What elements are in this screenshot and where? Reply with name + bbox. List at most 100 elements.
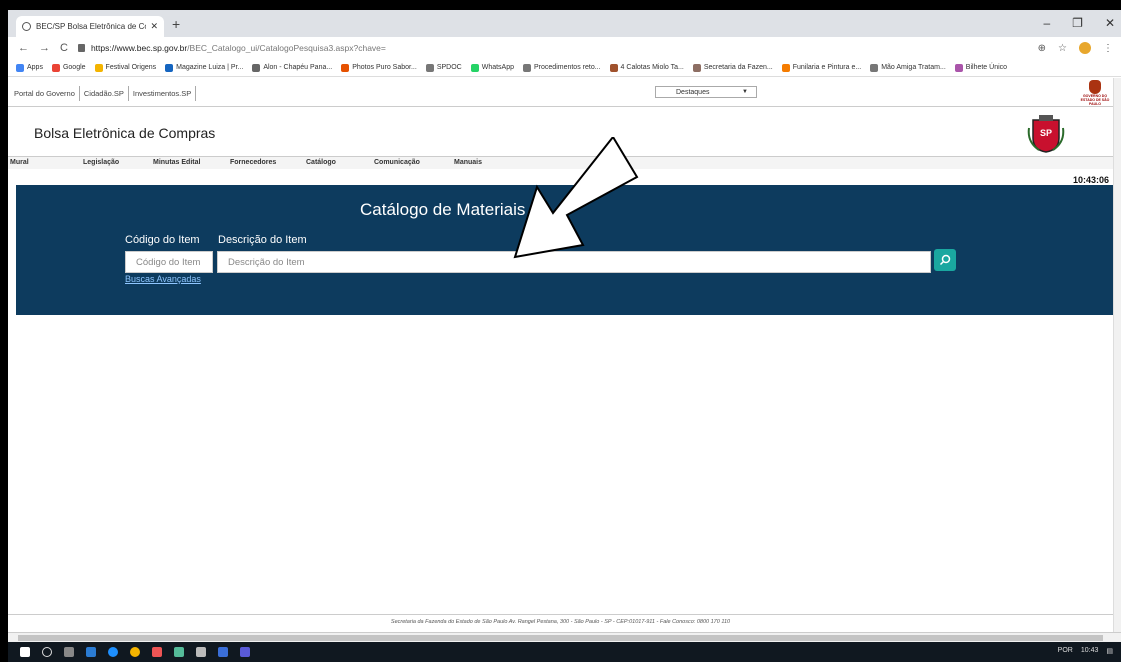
browser-tab[interactable]: BEC/SP Bolsa Eletrônica de Comp ✕ bbox=[16, 16, 164, 37]
gov-logo[interactable]: GOVERNO DO ESTADO DE SÃO PAULO bbox=[1079, 80, 1111, 106]
bookmark-icon bbox=[870, 63, 879, 72]
teams-icon[interactable] bbox=[240, 647, 250, 657]
tray-time[interactable]: 10:43 bbox=[1081, 647, 1099, 655]
bookmark-item[interactable]: Mão Amiga Tratam... bbox=[870, 63, 946, 72]
bookmark-item[interactable]: Photos Puro Sabor... bbox=[341, 63, 417, 72]
bookmark-label: Bilhete Único bbox=[965, 64, 1008, 71]
bookmark-label: Magazine Luiza | Pr... bbox=[176, 64, 244, 71]
bookmark-item[interactable]: Alon - Chapéu Pana... bbox=[252, 63, 333, 72]
bookmark-icon bbox=[341, 63, 350, 72]
kebab-menu-icon[interactable]: ⋮ bbox=[1103, 43, 1113, 54]
outlook-icon[interactable] bbox=[86, 647, 96, 657]
gov-link-portal[interactable]: Portal do Governo bbox=[10, 86, 80, 101]
gov-logo-text: GOVERNO DO ESTADO DE SÃO PAULO bbox=[1080, 94, 1110, 106]
app-icon[interactable] bbox=[152, 647, 162, 657]
bookmark-label: SPDOC bbox=[436, 64, 462, 71]
bookmark-icon bbox=[954, 63, 963, 72]
edge-icon[interactable] bbox=[108, 647, 118, 657]
close-window-icon[interactable]: ✕ bbox=[1105, 16, 1115, 30]
gov-bar: Portal do Governo Cidadão.SP Investiment… bbox=[8, 78, 1113, 107]
lock-icon bbox=[77, 44, 85, 52]
tray-lang[interactable]: POR bbox=[1058, 647, 1073, 655]
bookmark-item[interactable]: Procedimentos reto... bbox=[523, 63, 601, 72]
bookmark-icon bbox=[165, 63, 174, 72]
bookmark-label: Funilaria e Pintura e... bbox=[792, 64, 862, 71]
url-host: https://www.bec.sp.gov.br bbox=[90, 43, 188, 53]
bookmark-item[interactable]: SPDOC bbox=[425, 63, 462, 72]
menu-minutas-edital[interactable]: Minutas Edital bbox=[153, 159, 200, 166]
system-tray: POR 10:43 ▤ bbox=[1058, 647, 1113, 655]
profile-avatar[interactable] bbox=[1079, 42, 1091, 54]
files-icon[interactable] bbox=[174, 647, 184, 657]
bookmark-icon bbox=[94, 63, 103, 72]
menu-legislacao[interactable]: Legislação bbox=[83, 159, 119, 166]
bookmark-item[interactable]: Festival Origens bbox=[94, 63, 157, 72]
forward-icon[interactable]: → bbox=[39, 42, 50, 54]
bookmark-item[interactable]: Apps bbox=[16, 63, 43, 72]
vertical-scrollbar[interactable] bbox=[1113, 78, 1121, 638]
destaques-value: Destaques bbox=[676, 88, 710, 96]
tab-title: BEC/SP Bolsa Eletrônica de Comp bbox=[36, 22, 146, 31]
bookmark-item[interactable]: Secretaria da Fazen... bbox=[692, 63, 773, 72]
bookmark-label: Apps bbox=[27, 64, 43, 71]
item-code-input[interactable]: Código do Item bbox=[125, 251, 213, 273]
bookmark-item[interactable]: Funilaria e Pintura e... bbox=[781, 63, 862, 72]
bookmark-icon bbox=[692, 63, 701, 72]
site-title: Bolsa Eletrônica de Compras bbox=[34, 125, 216, 141]
gov-link-cidadao[interactable]: Cidadão.SP bbox=[80, 86, 129, 101]
word-icon[interactable] bbox=[218, 647, 228, 657]
address-row: ← → C https://www.bec.sp.gov.br/BEC_Cata… bbox=[8, 37, 1121, 59]
menu-manuais[interactable]: Manuais bbox=[454, 159, 482, 166]
bookmark-label: 4 Calotas Miolo Ta... bbox=[620, 64, 684, 71]
app2-icon[interactable] bbox=[196, 647, 206, 657]
bookmark-icon bbox=[781, 63, 790, 72]
crest-icon bbox=[1089, 80, 1101, 94]
bookmark-label: Festival Origens bbox=[105, 64, 157, 71]
menu-catalogo[interactable]: Catálogo bbox=[306, 159, 336, 166]
windows-taskbar: POR 10:43 ▤ bbox=[8, 642, 1121, 662]
new-tab-button[interactable]: + bbox=[172, 16, 180, 32]
menu-mural[interactable]: Mural bbox=[10, 159, 29, 166]
browser-window: BEC/SP Bolsa Eletrônica de Comp ✕ + – ❐ … bbox=[8, 10, 1121, 662]
bookmark-item[interactable]: WhatsApp bbox=[470, 63, 514, 72]
bookmark-item[interactable]: Magazine Luiza | Pr... bbox=[165, 63, 244, 72]
bookmark-item[interactable]: Google bbox=[51, 63, 86, 72]
search-circle-icon[interactable] bbox=[42, 647, 52, 657]
bookmark-label: Alon - Chapéu Pana... bbox=[263, 64, 333, 71]
scroll-thumb[interactable] bbox=[18, 635, 1103, 641]
zoom-icon[interactable]: ⊕ bbox=[1038, 43, 1046, 54]
globe-icon bbox=[22, 22, 31, 31]
bookmarks-bar: Apps Google Festival Origens Magazine Luiza… bbox=[8, 59, 1121, 77]
close-tab-icon[interactable]: ✕ bbox=[150, 21, 158, 32]
bookmark-icon bbox=[425, 63, 434, 72]
code-label: Código do Item bbox=[125, 234, 200, 246]
gov-link-investimentos[interactable]: Investimentos.SP bbox=[129, 86, 197, 101]
start-icon[interactable] bbox=[20, 647, 30, 657]
bookmark-item[interactable]: 4 Calotas Miolo Ta... bbox=[609, 63, 684, 72]
notifications-icon[interactable]: ▤ bbox=[1106, 647, 1113, 655]
reload-icon[interactable]: C bbox=[60, 42, 68, 54]
bookmark-item[interactable]: Bilhete Único bbox=[954, 63, 1008, 72]
advanced-search-link[interactable]: Buscas Avançadas bbox=[125, 274, 201, 284]
bookmark-icon bbox=[252, 63, 261, 72]
bookmark-icon bbox=[470, 63, 479, 72]
destaques-select[interactable]: Destaques ▼ bbox=[655, 86, 757, 98]
clock: 10:43:06 bbox=[1072, 175, 1109, 185]
menu-fornecedores[interactable]: Fornecedores bbox=[230, 159, 276, 166]
maximize-icon[interactable]: ❐ bbox=[1072, 16, 1083, 30]
svg-text:SP: SP bbox=[1040, 128, 1052, 138]
menu-comunicacao[interactable]: Comunicação bbox=[374, 159, 420, 166]
bookmark-icon bbox=[523, 63, 532, 72]
chrome-icon[interactable] bbox=[130, 647, 140, 657]
back-icon[interactable]: ← bbox=[18, 42, 29, 54]
bookmark-icon bbox=[16, 63, 24, 72]
address-bar[interactable]: https://www.bec.sp.gov.br/BEC_Catalogo_u… bbox=[77, 39, 1038, 57]
star-icon[interactable]: ☆ bbox=[1058, 43, 1067, 54]
annotation-arrow bbox=[513, 137, 639, 259]
horizontal-scrollbar[interactable] bbox=[8, 632, 1121, 642]
bookmark-icon bbox=[51, 63, 60, 72]
search-button[interactable] bbox=[934, 249, 956, 271]
task-view-icon[interactable] bbox=[64, 647, 74, 657]
description-label: Descrição do Item bbox=[218, 234, 307, 246]
minimize-icon[interactable]: – bbox=[1043, 16, 1050, 30]
